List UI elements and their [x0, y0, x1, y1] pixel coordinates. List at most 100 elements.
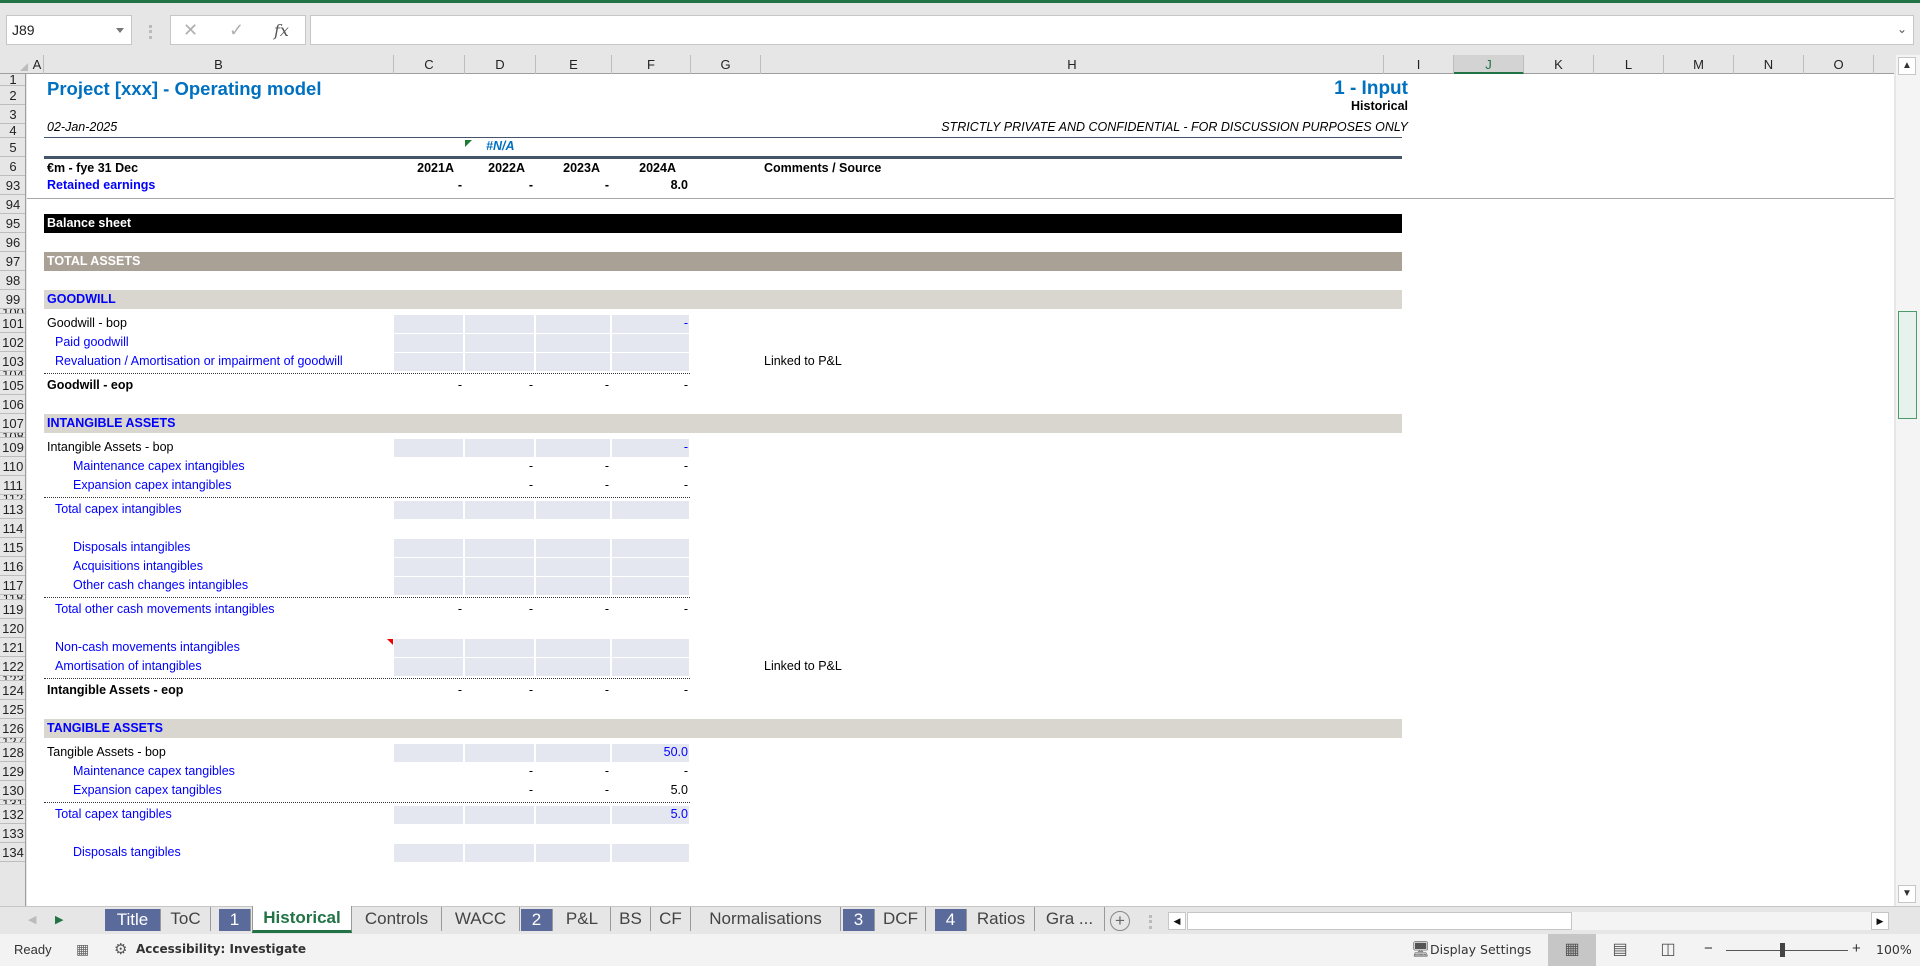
- row-header[interactable]: 4: [0, 124, 25, 138]
- input-cell[interactable]: [394, 844, 465, 862]
- input-cell[interactable]: [612, 558, 691, 576]
- sheet-tab[interactable]: 2: [521, 909, 553, 931]
- value-cell[interactable]: -: [536, 476, 609, 495]
- row-header[interactable]: 2: [0, 86, 25, 105]
- column-header-g[interactable]: G: [691, 55, 761, 74]
- input-cell[interactable]: [465, 558, 536, 576]
- input-cell[interactable]: [536, 806, 612, 824]
- row-header[interactable]: 109: [0, 438, 25, 457]
- value-cell[interactable]: -: [612, 476, 688, 495]
- sheet-tab[interactable]: Controls: [352, 907, 442, 931]
- value-cell[interactable]: -: [536, 457, 609, 476]
- add-sheet-icon[interactable]: +: [1110, 911, 1130, 931]
- row-header[interactable]: 93: [0, 176, 25, 195]
- input-cell[interactable]: [394, 334, 465, 352]
- input-cell[interactable]: [612, 658, 691, 676]
- input-cell[interactable]: [394, 539, 465, 557]
- row-header[interactable]: 97: [0, 252, 25, 271]
- input-cell[interactable]: [465, 577, 536, 595]
- accessibility-icon[interactable]: ⚙: [114, 940, 127, 958]
- scroll-down-icon[interactable]: ▼: [1898, 885, 1916, 903]
- sheet-tab[interactable]: DCF: [876, 907, 926, 931]
- column-header-e[interactable]: E: [536, 55, 612, 74]
- row-header[interactable]: 111: [0, 476, 25, 495]
- sheet-tab[interactable]: Title: [105, 909, 161, 931]
- value-cell[interactable]: -: [465, 681, 533, 700]
- display-settings-button[interactable]: Display Settings: [1430, 942, 1531, 957]
- value-cell[interactable]: -: [465, 476, 533, 495]
- tab-scroll-right-icon[interactable]: ▶: [55, 913, 63, 926]
- input-cell[interactable]: [465, 658, 536, 676]
- horizontal-scroll-thumb[interactable]: [1187, 912, 1572, 930]
- cancel-icon[interactable]: ✕: [183, 20, 198, 41]
- input-cell[interactable]: [612, 639, 691, 657]
- row-header[interactable]: 119: [0, 600, 25, 619]
- column-header-m[interactable]: M: [1664, 55, 1734, 74]
- value-cell[interactable]: -: [536, 681, 609, 700]
- row-header[interactable]: 113: [0, 500, 25, 519]
- input-cell[interactable]: [536, 539, 612, 557]
- input-cell[interactable]: [394, 315, 465, 333]
- column-header-a[interactable]: A: [31, 55, 44, 74]
- row-header[interactable]: 103: [0, 352, 25, 371]
- input-cell[interactable]: [612, 334, 691, 352]
- row-header[interactable]: 125: [0, 700, 25, 719]
- tab-scroll-left-icon[interactable]: ◀: [28, 913, 36, 926]
- row-header[interactable]: 95: [0, 214, 25, 233]
- input-cell[interactable]: [536, 501, 612, 519]
- sheet-tab[interactable]: 3: [843, 909, 875, 931]
- value-cell[interactable]: -: [536, 781, 609, 800]
- value-cell[interactable]: 5.0: [612, 781, 688, 800]
- input-cell[interactable]: [465, 639, 536, 657]
- scroll-up-icon[interactable]: ▲: [1898, 57, 1916, 75]
- column-header-d[interactable]: D: [465, 55, 536, 74]
- column-header-h[interactable]: H: [761, 55, 1384, 74]
- value-cell[interactable]: -: [612, 376, 688, 395]
- input-cell[interactable]: [465, 439, 536, 457]
- row-header[interactable]: 114: [0, 519, 25, 538]
- input-cell[interactable]: [394, 639, 465, 657]
- value-cell[interactable]: -: [465, 762, 533, 781]
- error-value-cell[interactable]: #N/A: [486, 137, 514, 156]
- scroll-right-icon[interactable]: ▶: [1871, 912, 1889, 930]
- value-cell[interactable]: -: [394, 376, 462, 395]
- row-header[interactable]: 106: [0, 395, 25, 414]
- row-header[interactable]: 133: [0, 824, 25, 843]
- zoom-level[interactable]: 100%: [1876, 942, 1912, 957]
- value-cell[interactable]: -: [394, 681, 462, 700]
- row-header[interactable]: 116: [0, 557, 25, 576]
- value-cell[interactable]: 50.0: [612, 743, 688, 762]
- value-cell[interactable]: -: [612, 600, 688, 619]
- column-header-k[interactable]: K: [1524, 55, 1594, 74]
- input-cell[interactable]: [394, 658, 465, 676]
- vertical-scrollbar[interactable]: ▲ ▼: [1896, 55, 1920, 906]
- value-cell[interactable]: -: [612, 314, 688, 333]
- input-cell[interactable]: [465, 844, 536, 862]
- row-header[interactable]: 129: [0, 762, 25, 781]
- row-header[interactable]: 105: [0, 376, 25, 395]
- select-all-button[interactable]: [0, 55, 31, 74]
- value-cell[interactable]: -: [612, 762, 688, 781]
- row-header[interactable]: 115: [0, 538, 25, 557]
- macro-recording-icon[interactable]: ▦: [76, 941, 89, 958]
- input-cell[interactable]: [536, 439, 612, 457]
- input-cell[interactable]: [536, 639, 612, 657]
- vertical-scroll-thumb[interactable]: [1898, 311, 1917, 419]
- value-cell[interactable]: -: [536, 376, 609, 395]
- scroll-left-icon[interactable]: ◀: [1168, 912, 1186, 930]
- sheet-tab[interactable]: ToC: [161, 907, 211, 931]
- row-header[interactable]: 102: [0, 333, 25, 352]
- input-cell[interactable]: [536, 558, 612, 576]
- enter-icon[interactable]: ✓: [229, 20, 244, 41]
- expand-formula-bar-icon[interactable]: ⌄: [1897, 22, 1907, 36]
- row-header[interactable]: 6: [0, 157, 25, 176]
- value-cell[interactable]: -: [465, 176, 533, 195]
- row-header[interactable]: 132: [0, 805, 25, 824]
- column-header-j[interactable]: J: [1454, 55, 1524, 74]
- row-header[interactable]: 110: [0, 457, 25, 476]
- row-header[interactable]: 96: [0, 233, 25, 252]
- display-settings-icon[interactable]: 🖥: [1411, 940, 1430, 958]
- input-cell[interactable]: [394, 577, 465, 595]
- name-box[interactable]: J89: [6, 15, 132, 45]
- input-cell[interactable]: [536, 744, 612, 762]
